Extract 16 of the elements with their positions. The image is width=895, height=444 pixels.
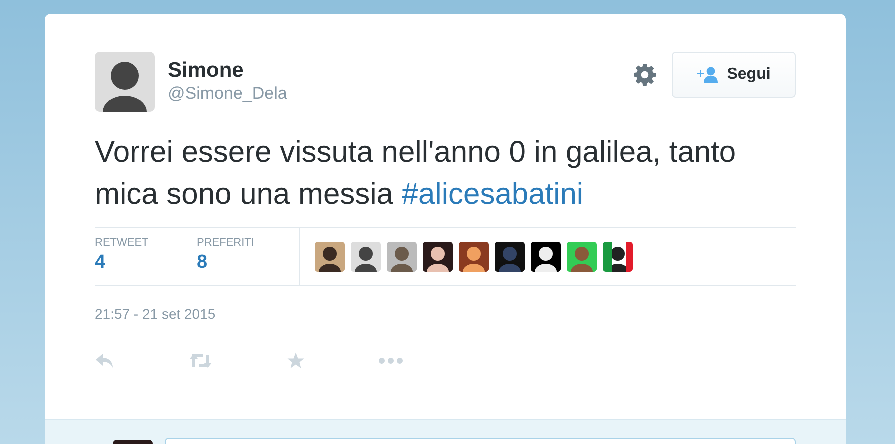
tweet-text: Vorrei essere vissuta nell'anno 0 in galilea, tanto mica sono una messia #alicesabatini [95, 135, 738, 213]
add-user-icon [697, 67, 720, 83]
timestamp: 21:57 - 21 set 2015 [95, 305, 217, 323]
settings-icon[interactable] [634, 64, 656, 86]
author-name[interactable]: Simone [168, 59, 634, 83]
stat-label: RETWEET [95, 236, 150, 250]
star-icon[interactable] [287, 352, 305, 370]
more-icon[interactable] [379, 358, 403, 364]
stat-label: PREFERITI [197, 236, 256, 250]
author-handle[interactable]: @Simone_Dela [168, 83, 634, 105]
retweet-icon[interactable] [189, 353, 213, 369]
stat-count[interactable]: 8 [197, 250, 299, 276]
reply-icon[interactable] [95, 353, 115, 369]
hashtag-link[interactable]: #alicesabatini [402, 178, 584, 211]
stat-count[interactable]: 4 [95, 250, 197, 276]
follow-button[interactable]: Segui [672, 52, 796, 98]
